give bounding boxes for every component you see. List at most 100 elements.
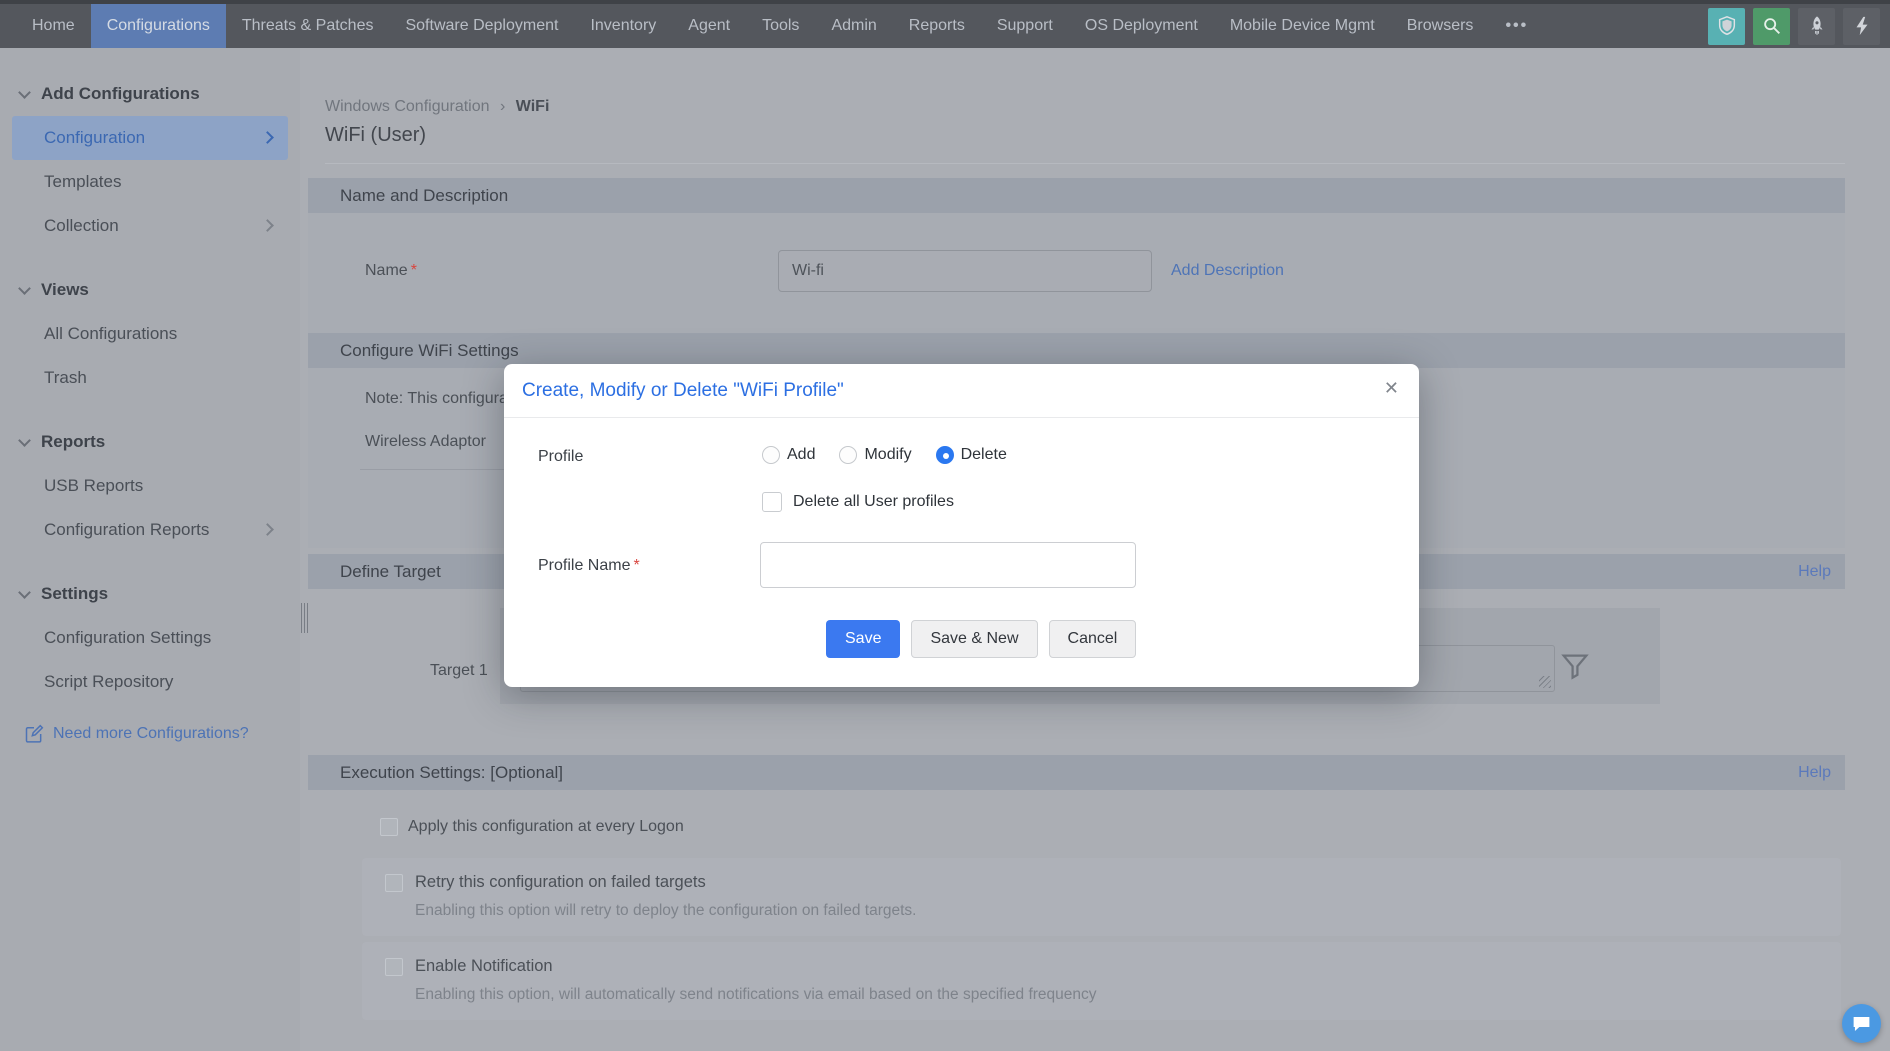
- section-header-label: Name and Description: [340, 185, 509, 205]
- sidebar-item-all-configurations[interactable]: All Configurations: [0, 312, 300, 356]
- sidebar-item-label: Configuration: [44, 128, 146, 147]
- sidebar-item-templates[interactable]: Templates: [0, 160, 300, 204]
- sidebar-section-add-configurations[interactable]: Add Configurations: [0, 72, 300, 116]
- resize-handle[interactable]: [1539, 676, 1551, 688]
- sidebar-item-label: Trash: [44, 368, 87, 387]
- sidebar-section-label: Add Configurations: [41, 84, 200, 103]
- sidebar-item-script-repository[interactable]: Script Repository: [0, 660, 300, 704]
- sidebar-item-configuration[interactable]: Configuration: [12, 116, 288, 160]
- notification-description: Enabling this option, will automatically…: [415, 986, 1097, 1003]
- notification-option-box: Enable Notification Enabling this option…: [362, 942, 1841, 1020]
- title-divider: [325, 163, 1845, 164]
- execution-settings-help-link[interactable]: Help: [1798, 764, 1831, 782]
- nav-item-support[interactable]: Support: [981, 4, 1069, 48]
- chevron-down-icon: [18, 85, 31, 99]
- sidebar-section-reports[interactable]: Reports: [0, 420, 300, 464]
- sidebar-item-label: Collection: [44, 216, 119, 235]
- apply-at-logon-checkbox[interactable]: [380, 818, 398, 836]
- define-target-help-link[interactable]: Help: [1798, 563, 1831, 581]
- sidebar-item-label: Configuration Settings: [44, 628, 212, 647]
- whats-new-button[interactable]: [1798, 7, 1835, 45]
- filter-icon[interactable]: [1558, 650, 1592, 684]
- chat-support-button[interactable]: [1842, 1004, 1881, 1043]
- need-more-configurations-label: Need more Configurations?: [53, 725, 249, 742]
- nav-item-home[interactable]: Home: [16, 4, 91, 48]
- security-shield-button[interactable]: [1708, 7, 1745, 45]
- save-and-new-button[interactable]: Save & New: [911, 620, 1038, 658]
- radio-add[interactable]: Add: [762, 446, 815, 464]
- field-divider: [360, 469, 506, 470]
- quick-actions-button[interactable]: [1843, 7, 1880, 45]
- radio-delete-label: Delete: [960, 446, 1007, 463]
- nav-item-threats-patches[interactable]: Threats & Patches: [226, 4, 390, 48]
- sidebar-item-configuration-reports[interactable]: Configuration Reports: [0, 508, 300, 552]
- sidebar-section-settings[interactable]: Settings: [0, 572, 300, 616]
- need-more-configurations-link[interactable]: Need more Configurations?: [0, 712, 300, 756]
- top-navigation-bar: Home Configurations Threats & Patches So…: [0, 0, 1890, 48]
- profile-radio-group: Add Modify Delete: [762, 446, 1007, 464]
- nav-item-reports[interactable]: Reports: [893, 4, 981, 48]
- nav-item-os-deployment[interactable]: OS Deployment: [1069, 4, 1214, 48]
- nav-item-admin[interactable]: Admin: [815, 4, 892, 48]
- sidebar-item-label: Templates: [44, 172, 122, 191]
- sidebar-item-configuration-settings[interactable]: Configuration Settings: [0, 616, 300, 660]
- execution-settings-header: Execution Settings: [Optional] Help: [308, 755, 1845, 790]
- save-button[interactable]: Save: [826, 620, 901, 658]
- sidebar-collapse-handle[interactable]: [298, 598, 310, 638]
- sidebar-item-collection[interactable]: Collection: [0, 204, 300, 248]
- radio-button-icon: [935, 446, 954, 464]
- nav-more-menu[interactable]: •••: [1489, 4, 1544, 48]
- profile-name-input[interactable]: [760, 542, 1136, 588]
- required-marker: *: [633, 557, 640, 574]
- chevron-down-icon: [18, 585, 31, 599]
- name-label-text: Name: [365, 262, 408, 279]
- section-header-label: Define Target: [340, 561, 441, 581]
- nav-item-tools[interactable]: Tools: [746, 4, 815, 48]
- name-description-header: Name and Description: [308, 178, 1845, 213]
- radio-button-icon: [839, 446, 858, 464]
- sidebar-item-trash[interactable]: Trash: [0, 356, 300, 400]
- radio-modify[interactable]: Modify: [839, 446, 912, 464]
- chevron-down-icon: [18, 433, 31, 447]
- sidebar-item-label: USB Reports: [44, 476, 144, 495]
- search-icon: [1761, 15, 1783, 37]
- name-field-label: Name *: [365, 262, 417, 280]
- cancel-button[interactable]: Cancel: [1048, 620, 1137, 658]
- chevron-right-icon: [261, 219, 274, 232]
- nav-item-agent[interactable]: Agent: [672, 4, 746, 48]
- radio-button-icon: [762, 446, 780, 464]
- radio-delete[interactable]: Delete: [935, 446, 1007, 464]
- apply-at-logon-label: Apply this configuration at every Logon: [408, 818, 684, 835]
- add-description-link[interactable]: Add Description: [1171, 262, 1284, 280]
- nav-item-inventory[interactable]: Inventory: [574, 4, 672, 48]
- chevron-down-icon: [18, 281, 31, 295]
- section-header-label: Configure WiFi Settings: [340, 340, 519, 360]
- profile-field-label: Profile: [538, 448, 584, 465]
- sidebar-item-usb-reports[interactable]: USB Reports: [0, 464, 300, 508]
- retry-description: Enabling this option will retry to deplo…: [415, 902, 917, 919]
- retry-checkbox[interactable]: [385, 874, 403, 892]
- nav-item-configurations[interactable]: Configurations: [90, 4, 226, 48]
- nav-item-mobile-device-mgmt[interactable]: Mobile Device Mgmt: [1214, 4, 1391, 48]
- breadcrumb: Windows Configuration › WiFi: [325, 98, 549, 116]
- nav-item-software-deployment[interactable]: Software Deployment: [389, 4, 574, 48]
- chat-icon: [1851, 1013, 1872, 1034]
- apply-at-logon-row: Apply this configuration at every Logon: [380, 818, 684, 836]
- profile-name-label-text: Profile Name: [538, 557, 631, 574]
- name-input[interactable]: [778, 250, 1152, 292]
- breadcrumb-windows-configuration[interactable]: Windows Configuration: [325, 98, 490, 115]
- sidebar-section-views[interactable]: Views: [0, 268, 300, 312]
- delete-all-profiles-label: Delete all User profiles: [793, 493, 954, 510]
- wifi-profile-dialog: Create, Modify or Delete "WiFi Profile" …: [504, 364, 1419, 687]
- retry-label: Retry this configuration on failed targe…: [415, 873, 706, 891]
- delete-all-profiles-checkbox[interactable]: [762, 492, 782, 512]
- dialog-header: Create, Modify or Delete "WiFi Profile" …: [504, 364, 1419, 418]
- close-icon[interactable]: ✕: [1384, 378, 1399, 399]
- enable-notification-label: Enable Notification: [415, 957, 553, 975]
- search-button[interactable]: [1753, 7, 1790, 45]
- section-header-label: Execution Settings: [Optional]: [340, 762, 564, 782]
- enable-notification-checkbox[interactable]: [385, 958, 403, 976]
- breadcrumb-separator: ›: [499, 98, 506, 115]
- nav-item-browsers[interactable]: Browsers: [1391, 4, 1490, 48]
- radio-add-label: Add: [787, 446, 816, 463]
